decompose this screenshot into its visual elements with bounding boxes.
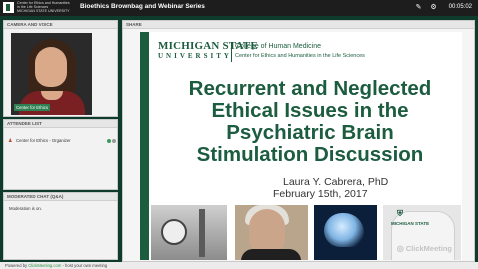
footer-text: Powered by ClickMeeting.com - host your … bbox=[5, 263, 107, 268]
clickmeeting-logo-icon: ◎ bbox=[396, 244, 404, 253]
chat-panel: MODERATED CHAT (Q&A) Moderation is on. bbox=[3, 192, 118, 260]
presentation-slide: MICHIGAN STATE UNIVERSITY College of Hum… bbox=[140, 32, 462, 260]
patient-face bbox=[249, 209, 285, 253]
mic-status-icon bbox=[112, 138, 116, 143]
settings-icon[interactable]: ⚙ bbox=[429, 3, 438, 12]
session-timer: 00:05:02 bbox=[448, 4, 472, 10]
camera-label: Center for Ethics bbox=[14, 104, 51, 111]
clickmeeting-watermark: ◎ ClickMeeting bbox=[397, 244, 452, 253]
footer-prefix: Powered by bbox=[5, 263, 29, 268]
presenter-face bbox=[35, 47, 67, 87]
person-icon: ♟ bbox=[8, 137, 13, 144]
center-name: Center for Ethics and Humanities in the … bbox=[235, 53, 365, 59]
chat-message: Moderation is on. bbox=[9, 206, 42, 211]
camera-panel: CAMERA AND VOICE Center for Ethics bbox=[3, 20, 118, 117]
footer-suffix: - host your own meeting bbox=[61, 263, 108, 268]
presenter-video[interactable]: Center for Ethics bbox=[11, 33, 92, 115]
top-bar: Center for Ethics and Humanities in the … bbox=[0, 0, 478, 16]
camera-panel-header: CAMERA AND VOICE bbox=[4, 21, 117, 29]
footer: Powered by ClickMeeting.com - host your … bbox=[0, 262, 478, 269]
share-panel-header: SHARE bbox=[123, 21, 474, 29]
attendee-panel: ATTENDEE LIST ♟ Center for Ethics - Orga… bbox=[3, 119, 118, 190]
skull-icon bbox=[324, 213, 364, 247]
attendee-status bbox=[107, 138, 116, 143]
slide-title: Recurrent and Neglected Ethical Issues i… bbox=[188, 77, 432, 166]
share-panel: SHARE MICHIGAN STATE UNIVERSITY College … bbox=[122, 20, 475, 262]
attendee-panel-header: ATTENDEE LIST bbox=[4, 120, 117, 128]
logo-text: Center for Ethics and Humanities in the … bbox=[17, 1, 70, 14]
msu-helmet-icon bbox=[3, 2, 14, 13]
slide-accent-bar bbox=[140, 32, 149, 260]
center-logo: Center for Ethics and Humanities in the … bbox=[3, 1, 75, 15]
college-name: College of Human Medicine bbox=[235, 43, 321, 50]
chat-panel-header: MODERATED CHAT (Q&A) bbox=[4, 193, 117, 201]
attendee-name: Center for Ethics - Organizer bbox=[16, 138, 71, 143]
slide-author: Laura Y. Cabrera, PhD bbox=[283, 176, 389, 188]
spartan-helmet-icon: ⛨ bbox=[397, 209, 403, 218]
medical-equipment-photo bbox=[151, 205, 227, 260]
attendee-row[interactable]: ♟ Center for Ethics - Organizer bbox=[8, 137, 116, 144]
logo-divider bbox=[231, 42, 232, 62]
gauge-icon bbox=[161, 219, 187, 245]
slide-date: February 15th, 2017 bbox=[273, 188, 368, 200]
patient-photo bbox=[235, 205, 308, 260]
tube-shape bbox=[199, 209, 205, 257]
presenter-shirt bbox=[19, 91, 85, 115]
camera-status-icon bbox=[107, 138, 111, 143]
watermark-text: ClickMeeting bbox=[405, 244, 452, 253]
topbar-icons: ✎ ⚙ bbox=[414, 3, 438, 12]
footer-brand-link[interactable]: ClickMeeting.com bbox=[28, 263, 61, 268]
webinar-title: Bioethics Brownbag and Webinar Series bbox=[80, 3, 205, 10]
skull-xray-photo bbox=[314, 205, 377, 260]
pen-icon[interactable]: ✎ bbox=[414, 3, 423, 12]
shirt-text: MICHIGAN STATE bbox=[391, 221, 430, 226]
patient-coat bbox=[241, 249, 301, 260]
